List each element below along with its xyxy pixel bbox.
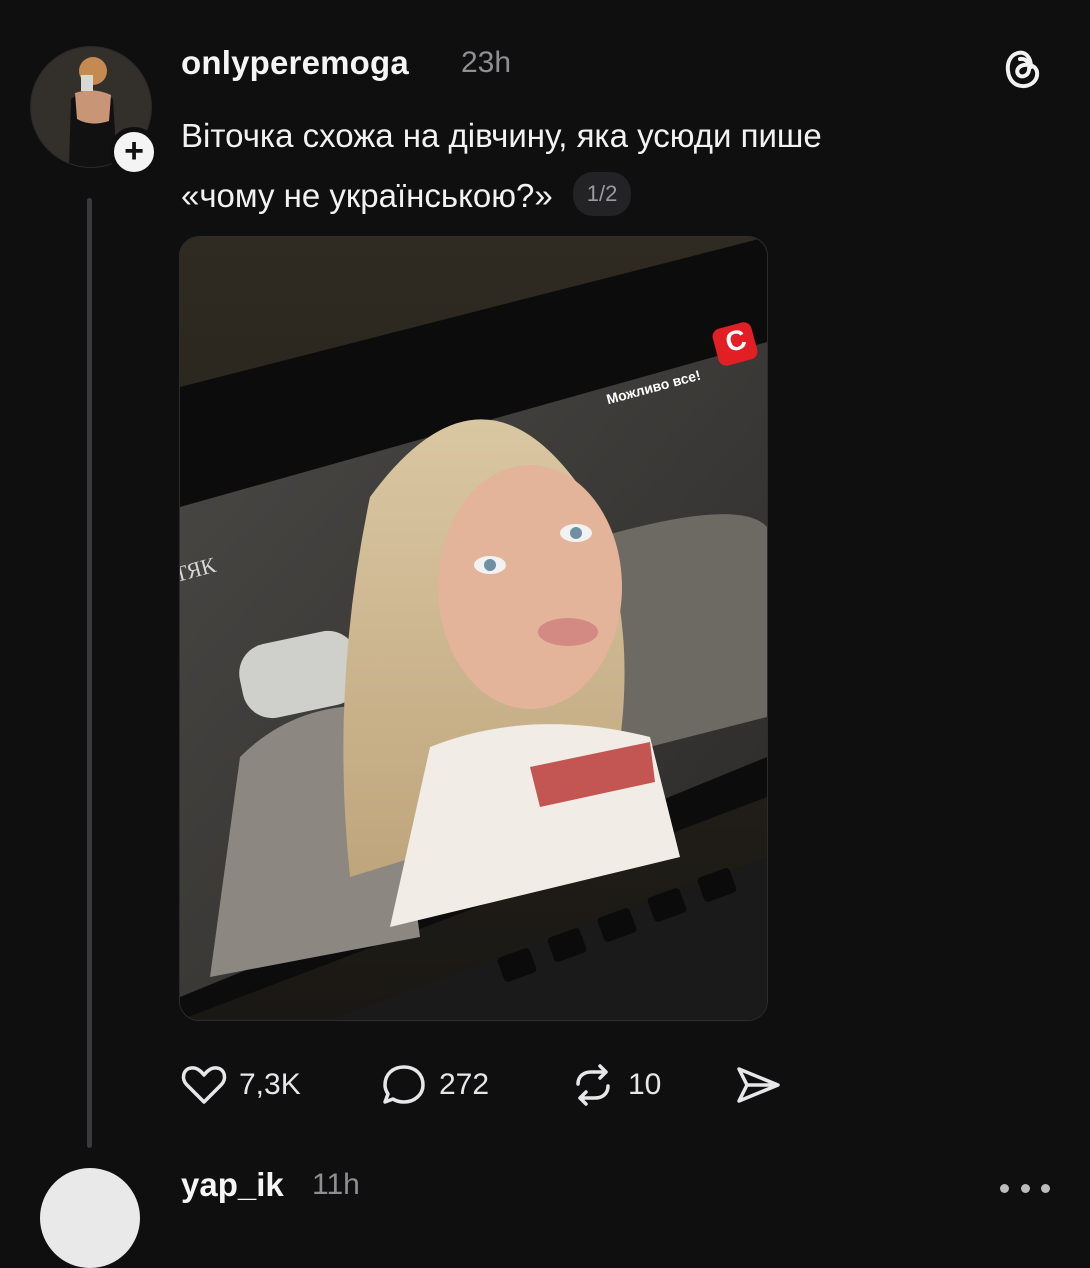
post-text-line-2: «чому не українською?» 1/2 [181, 166, 1021, 226]
thread-connector-line [87, 198, 92, 1148]
page-indicator-badge: 1/2 [572, 172, 632, 217]
comment-bubble-icon [383, 1065, 425, 1104]
post-image[interactable]: C Можливо все! ТЯК [179, 236, 768, 1021]
comment-button[interactable]: 272 [379, 1055, 489, 1115]
comment-count: 272 [439, 1068, 490, 1101]
threads-logo-icon[interactable] [998, 45, 1046, 93]
heart-icon [181, 1066, 227, 1104]
share-button[interactable] [733, 1055, 783, 1115]
post-actions-bar: 7,3K 272 10 [179, 1055, 819, 1115]
post-text: Віточка схожа на дівчину, яка усюди пише… [181, 106, 1021, 226]
repost-icon [576, 1064, 610, 1106]
image-content [180, 237, 767, 1020]
like-count: 7,3K [239, 1068, 301, 1101]
send-icon [737, 1067, 780, 1103]
post-text-quote: «чому не українською?» [181, 177, 553, 214]
next-post-avatar[interactable] [40, 1168, 140, 1268]
post-username[interactable]: onlyperemoga [181, 44, 409, 82]
like-button[interactable]: 7,3K [179, 1055, 301, 1115]
more-dots-icon [1000, 1183, 1009, 1193]
post-text-line-1: Віточка схожа на дівчину, яка усюди пише [181, 117, 822, 154]
repost-count: 10 [628, 1068, 662, 1101]
more-options-button[interactable] [1000, 1178, 1050, 1198]
follow-plus-button[interactable]: + [109, 127, 159, 177]
next-post-username[interactable]: yap_ik [181, 1166, 284, 1204]
post-timestamp: 23h [461, 46, 512, 79]
repost-button[interactable]: 10 [568, 1055, 661, 1115]
next-post-timestamp: 11h [312, 1168, 360, 1201]
